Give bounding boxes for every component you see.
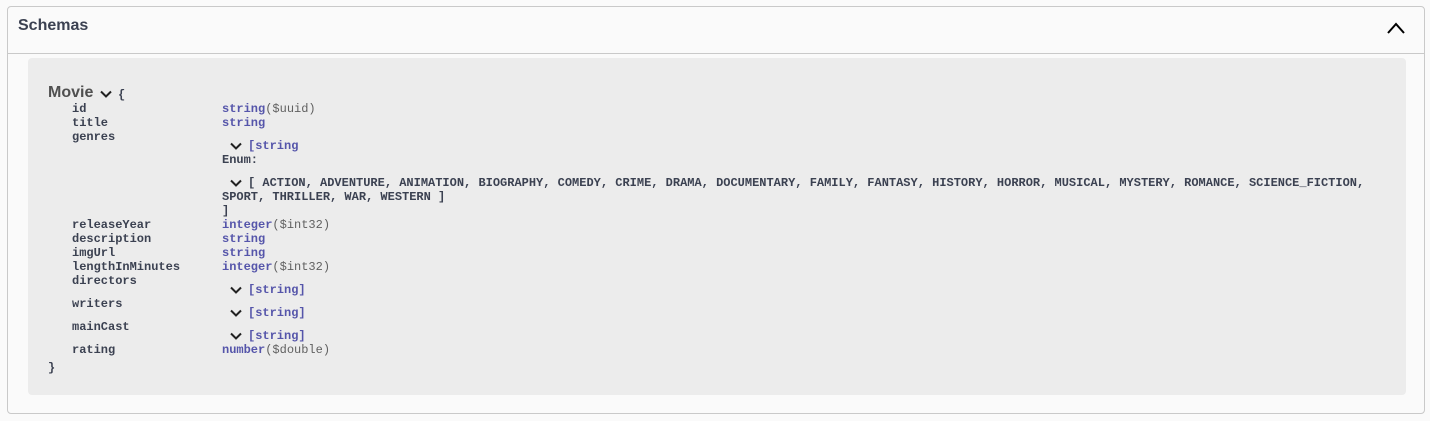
- prop-name-genres: genres: [72, 130, 116, 144]
- chevron-down-icon[interactable]: [230, 142, 242, 150]
- chevron-down-icon[interactable]: [100, 90, 112, 98]
- chevron-down-icon[interactable]: [230, 332, 242, 340]
- prop-name-title: title: [72, 116, 109, 130]
- prop-name-directors: directors: [72, 274, 137, 288]
- enum-values-line2: SPORT, THRILLER, WAR, WESTERN ]: [222, 190, 446, 204]
- prop-type-releaseYear: integer($int32): [222, 218, 331, 232]
- prop-name-id: id: [72, 102, 87, 116]
- prop-name-lengthInMinutes: lengthInMinutes: [72, 260, 181, 274]
- prop-type-imgUrl: string: [222, 246, 266, 260]
- model-title[interactable]: Movie: [48, 84, 93, 102]
- prop-type-genres: [string: [248, 139, 299, 153]
- prop-type-lengthInMinutes: integer($int32): [222, 260, 331, 274]
- schemas-header[interactable]: Schemas: [8, 7, 1424, 54]
- enum-label: Enum:: [222, 153, 259, 167]
- chevron-down-icon[interactable]: [230, 309, 242, 317]
- prop-type-id: string($uuid): [222, 102, 316, 116]
- prop-name-mainCast: mainCast: [72, 320, 130, 334]
- prop-type-writers: [string]: [248, 306, 306, 320]
- chevron-up-icon[interactable]: [1386, 21, 1406, 35]
- chevron-down-icon[interactable]: [230, 179, 242, 187]
- prop-name-rating: rating: [72, 343, 116, 357]
- prop-type-rating: number($double): [222, 343, 331, 357]
- prop-name-releaseYear: releaseYear: [72, 218, 152, 232]
- chevron-down-icon[interactable]: [230, 286, 242, 294]
- close-brace: }: [48, 361, 56, 375]
- prop-type-mainCast: [string]: [248, 329, 306, 343]
- genres-close-bracket: ]: [222, 204, 230, 218]
- open-brace: {: [118, 88, 126, 102]
- enum-values-line1: [ ACTION, ADVENTURE, ANIMATION, BIOGRAPH…: [248, 176, 1365, 190]
- prop-type-description: string: [222, 232, 266, 246]
- prop-name-writers: writers: [72, 297, 123, 311]
- prop-name-imgUrl: imgUrl: [72, 246, 116, 260]
- model-box-movie: Movie { id string($uuid) title string ge…: [28, 58, 1406, 395]
- prop-name-description: description: [72, 232, 152, 246]
- prop-type-directors: [string]: [248, 283, 306, 297]
- section-title: Schemas: [18, 17, 89, 34]
- prop-type-title: string: [222, 116, 266, 130]
- schemas-section: Schemas Movie { id string($uuid) title s…: [7, 6, 1425, 414]
